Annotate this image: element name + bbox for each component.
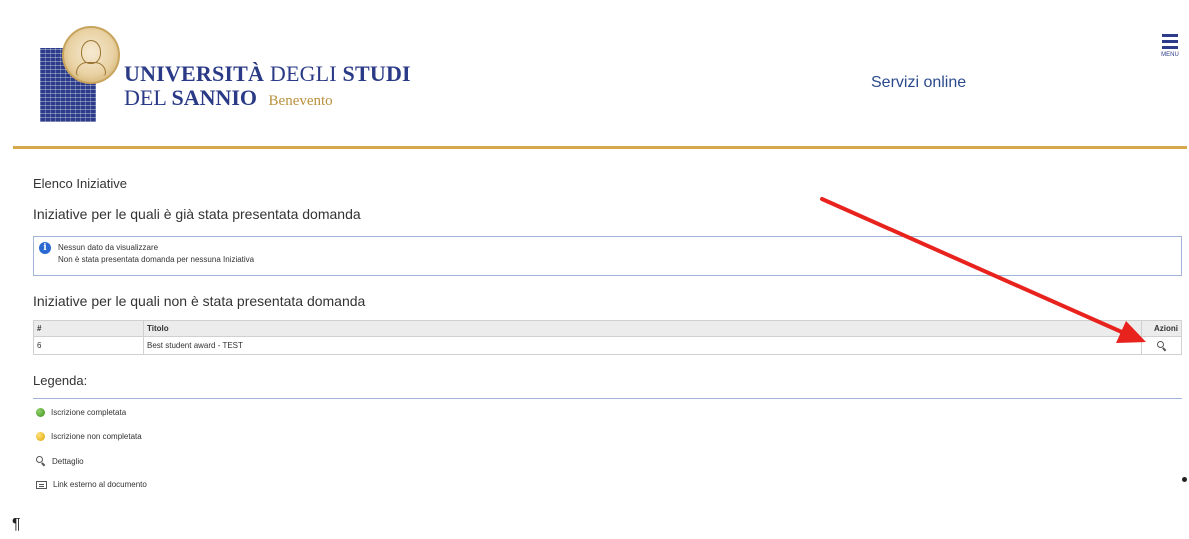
pilcrow-mark: ¶: [12, 516, 21, 533]
university-name[interactable]: UNIVERSITÀ DEGLI STUDI DEL SANNIO Beneve…: [124, 62, 411, 113]
uni-name-part2: DEGLI: [269, 61, 337, 86]
uni-name-part3: STUDI: [342, 61, 411, 86]
info-title: Nessun dato da visualizzare: [58, 243, 159, 252]
legend-item: Dettaglio: [36, 456, 84, 467]
green-dot-icon: [36, 408, 45, 417]
legend-divider: [33, 398, 1182, 399]
table-header-row: # Titolo Azioni: [33, 320, 1182, 337]
column-header-actions: Azioni: [1141, 320, 1182, 337]
yellow-dot-icon: [36, 432, 45, 441]
legend-title: Legenda:: [33, 373, 88, 388]
zoom-detail-icon[interactable]: [1156, 340, 1167, 351]
info-message-box: i Nessun dato da visualizzare Non è stat…: [33, 236, 1182, 276]
legend-item: Iscrizione completata: [36, 408, 126, 417]
university-logo[interactable]: [40, 26, 120, 124]
hamburger-icon: [1162, 34, 1178, 37]
row-title: Best student award - TEST: [143, 336, 1142, 355]
legend-item: Iscrizione non completata: [36, 432, 142, 441]
logo-seal-icon: [62, 26, 120, 84]
legend-label: Iscrizione completata: [51, 408, 127, 417]
page-header: UNIVERSITÀ DEGLI STUDI DEL SANNIO Beneve…: [0, 0, 1189, 150]
legend-label: Dettaglio: [52, 456, 84, 466]
column-header-title[interactable]: Titolo: [143, 320, 1142, 337]
page-title: Elenco Iniziative: [33, 176, 127, 191]
row-number: 6: [33, 336, 144, 355]
uni-city: Benevento: [268, 93, 333, 109]
initiatives-table: # Titolo Azioni 6 Best student award - T…: [33, 320, 1182, 355]
section-not-presented-title: Iniziative per le quali non è stata pres…: [33, 293, 366, 309]
magnifier-icon: [36, 456, 46, 467]
column-header-number[interactable]: #: [33, 320, 144, 337]
servizi-online-link[interactable]: Servizi online: [871, 74, 966, 92]
section-presented-title: Iniziative per le quali è già stata pres…: [33, 206, 361, 222]
menu-button[interactable]: MENU: [1158, 34, 1182, 64]
header-divider: [13, 146, 1187, 149]
bullet-dot: [1182, 477, 1187, 482]
external-link-icon: [36, 480, 47, 489]
uni-name-part1: UNIVERSITÀ: [124, 61, 265, 86]
legend-label: Link esterno al documento: [53, 480, 147, 489]
hamburger-icon-bar: [1162, 46, 1178, 49]
legend-item: Link esterno al documento: [36, 480, 147, 489]
table-row: 6 Best student award - TEST: [33, 336, 1182, 355]
hamburger-icon-bar: [1162, 40, 1178, 43]
uni-name-part5: SANNIO: [171, 85, 258, 110]
legend-label: Iscrizione non completata: [51, 432, 142, 441]
menu-label: MENU: [1161, 52, 1179, 58]
info-text: Non è stata presentata domanda per nessu…: [58, 255, 255, 264]
info-icon: i: [39, 242, 51, 254]
uni-name-part4: DEL: [124, 85, 166, 110]
row-actions: [1141, 336, 1182, 355]
